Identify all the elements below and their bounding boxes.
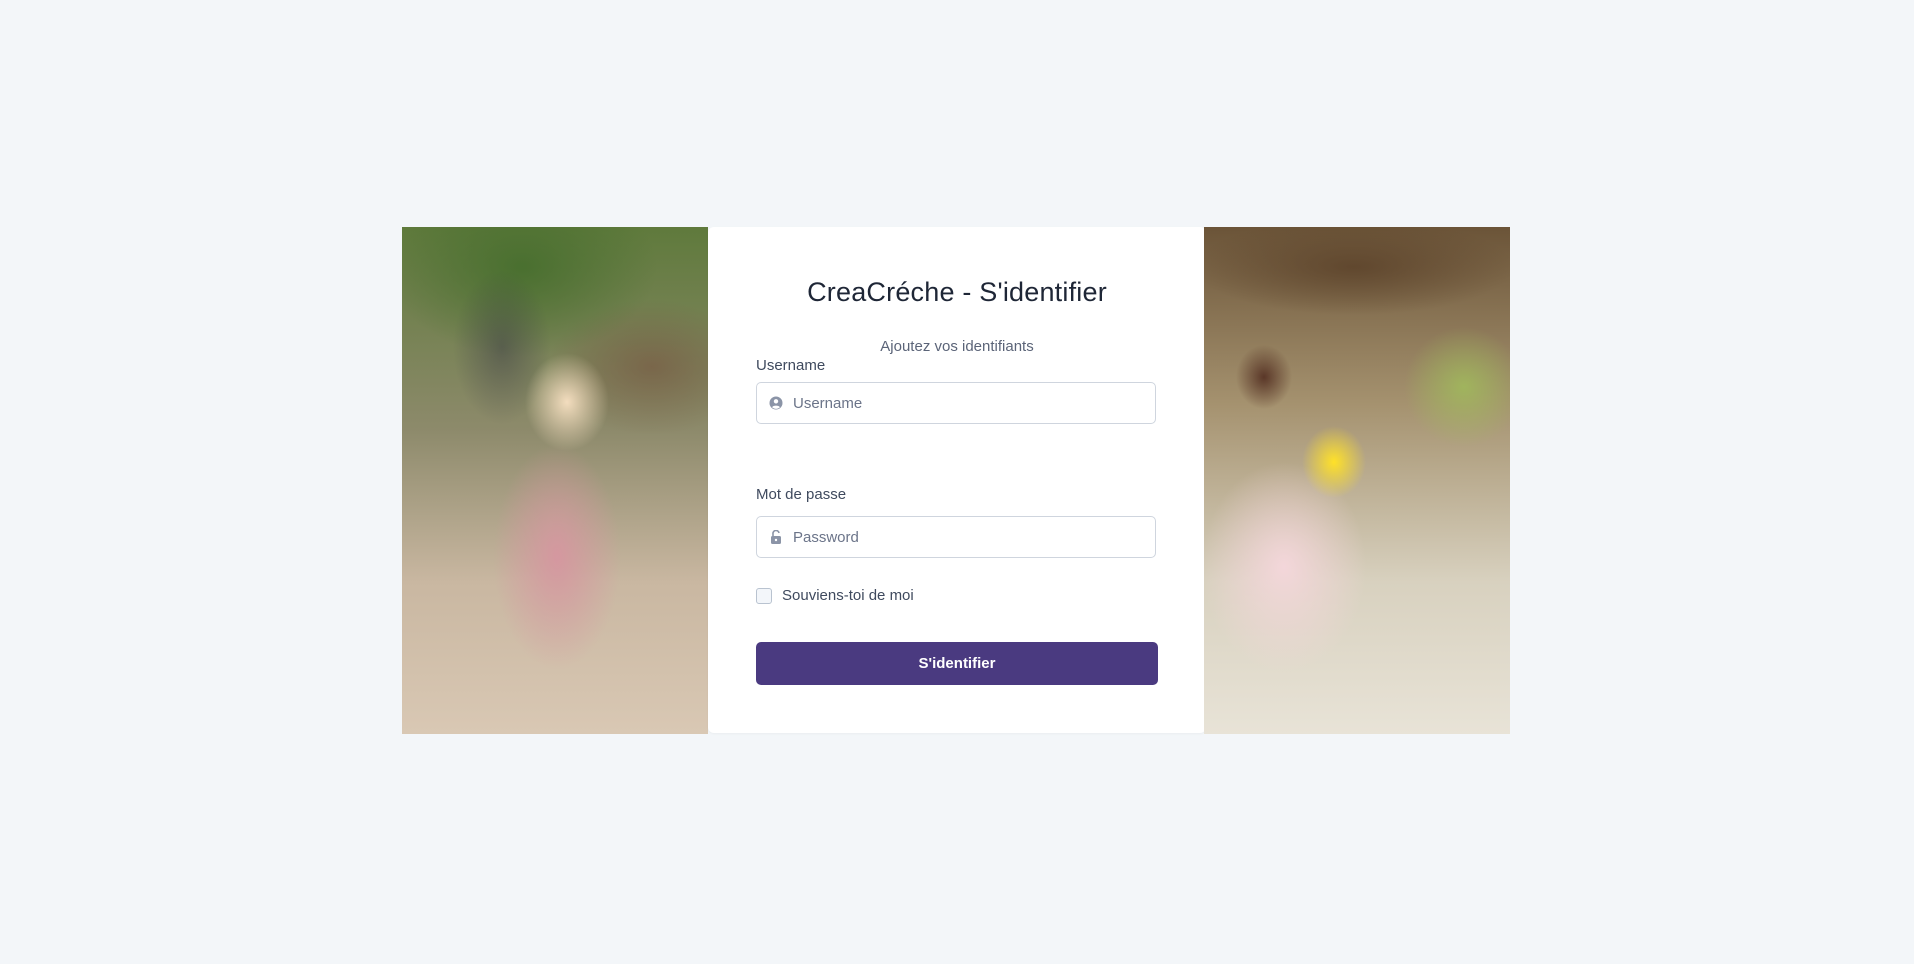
right-hero-photo [1204, 227, 1510, 734]
remember-me-label[interactable]: Souviens-toi de moi [782, 587, 914, 604]
username-label: Username [756, 357, 826, 374]
username-field[interactable] [756, 382, 1156, 424]
password-field[interactable] [756, 516, 1156, 558]
login-layout: CreaCréche - S'identifier Ajoutez vos id… [402, 227, 1510, 734]
remember-me-checkbox[interactable] [756, 588, 772, 604]
unlock-icon [769, 529, 783, 544]
login-card: CreaCréche - S'identifier Ajoutez vos id… [708, 227, 1206, 733]
left-hero-photo [402, 227, 708, 734]
password-input[interactable] [793, 517, 1148, 557]
page-subtitle: Ajoutez vos identifiants [880, 338, 1034, 355]
login-button[interactable]: S'identifier [756, 642, 1158, 685]
page-title: CreaCréche - S'identifier [807, 277, 1107, 307]
user-circle-icon [769, 396, 783, 410]
username-input[interactable] [793, 383, 1148, 423]
password-label: Mot de passe [756, 486, 847, 503]
